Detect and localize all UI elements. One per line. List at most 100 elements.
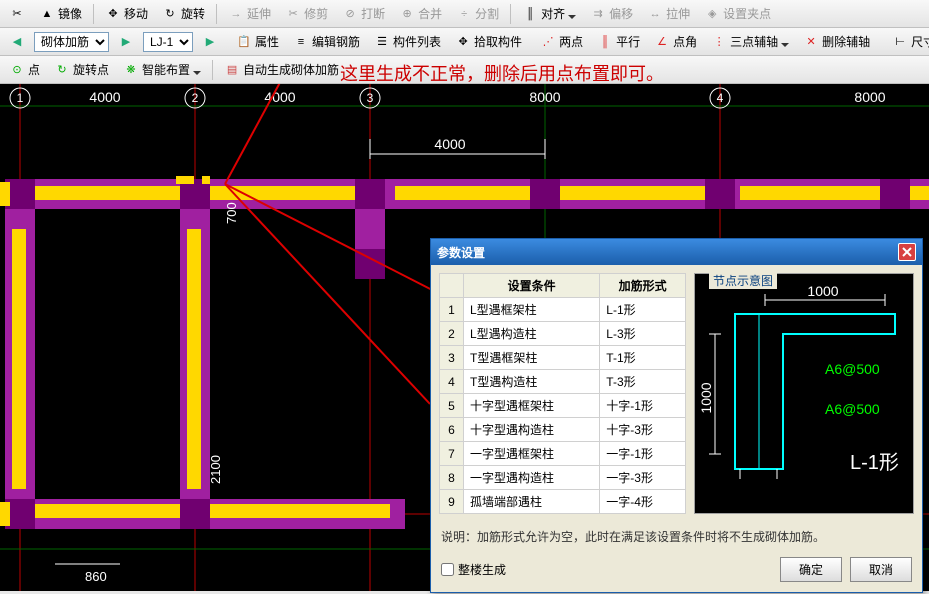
dialog-title: 参数设置 [437, 244, 485, 261]
smart-icon: ❋ [123, 62, 139, 78]
whole-floor-input[interactable] [441, 563, 454, 576]
svg-text:700: 700 [224, 202, 239, 224]
param-table[interactable]: 设置条件 加筋形式 1L型遇框架柱L-1形 2L型遇构造柱L-3形 3T型遇框架… [439, 273, 686, 514]
three-point-button[interactable]: ⋮三点辅轴 [706, 30, 794, 53]
split-button: ÷分割 [451, 2, 504, 25]
point-button[interactable]: ⊙点 [4, 58, 45, 81]
close-button[interactable] [898, 243, 916, 261]
node-diagram-title: 节点示意图 [709, 272, 777, 289]
svg-text:8000: 8000 [529, 89, 560, 105]
ruler-icon: ⊢ [892, 34, 908, 50]
toolbar-edit: ✂ ▲镜像 ✥移动 ↻旋转 →延伸 ✂修剪 ⊘打断 ⊕合并 ÷分割 ║对齐 ⇉偏… [0, 0, 929, 28]
extend-icon: → [228, 6, 244, 22]
table-row[interactable]: 1L型遇框架柱L-1形 [440, 298, 686, 322]
pick-comp-button[interactable]: ✥拾取构件 [450, 30, 527, 53]
svg-text:4000: 4000 [89, 89, 120, 105]
arrow-right-icon: ▶ [202, 34, 218, 50]
rotate-point-button[interactable]: ↻旋转点 [49, 58, 114, 81]
prev-button[interactable]: ◀ [4, 31, 30, 53]
col-type: 加筋形式 [600, 274, 686, 298]
svg-text:8000: 8000 [854, 89, 885, 105]
two-point-button[interactable]: ⋰两点 [535, 30, 588, 53]
three-point-icon: ⋮ [711, 34, 727, 50]
mirror-icon: ▲ [39, 6, 55, 22]
annotation-text: 这里生成不正常，删除后用点布置即可。 [340, 60, 664, 86]
cancel-button[interactable]: 取消 [850, 557, 912, 582]
trim-button: ✂修剪 [280, 2, 333, 25]
svg-text:2100: 2100 [208, 455, 223, 484]
corner-icon: ∠ [654, 34, 670, 50]
extend-button: →延伸 [223, 2, 276, 25]
break-icon: ⊘ [342, 6, 358, 22]
auto-gen-button[interactable]: ▤自动生成砌体加筋 [219, 58, 344, 81]
cut-button[interactable]: ✂ [4, 3, 30, 25]
next-button[interactable]: ▶ [113, 31, 139, 53]
whole-floor-checkbox[interactable]: 整楼生成 [441, 561, 506, 578]
chevron-down-icon [193, 66, 201, 74]
move-button[interactable]: ✥移动 [100, 2, 153, 25]
rebar-icon: ≡ [293, 34, 309, 50]
del-aux-button[interactable]: ✕删除辅轴 [798, 30, 875, 53]
svg-text:3: 3 [367, 91, 374, 105]
svg-text:2: 2 [192, 91, 199, 105]
table-row[interactable]: 8一字型遇构造柱一字-3形 [440, 466, 686, 490]
rotate-icon: ↻ [162, 6, 178, 22]
svg-text:4: 4 [717, 91, 724, 105]
offset-button: ⇉偏移 [585, 2, 638, 25]
rotate-button[interactable]: ↻旋转 [157, 2, 210, 25]
svg-text:A6@500: A6@500 [825, 361, 880, 377]
dialog-titlebar[interactable]: 参数设置 [431, 239, 922, 265]
svg-text:860: 860 [85, 569, 107, 584]
smart-layout-button[interactable]: ❋智能布置 [118, 58, 206, 81]
chevron-down-icon [568, 10, 576, 18]
table-row[interactable]: 7一字型遇框架柱一字-1形 [440, 442, 686, 466]
cut-icon: ✂ [9, 6, 25, 22]
ok-button[interactable]: 确定 [780, 557, 842, 582]
edit-rebar-button[interactable]: ≡编辑钢筋 [288, 30, 365, 53]
move-icon: ✥ [105, 6, 121, 22]
mirror-button[interactable]: ▲镜像 [34, 2, 87, 25]
stretch-icon: ↔ [647, 6, 663, 22]
svg-text:1000: 1000 [807, 283, 838, 299]
split-icon: ÷ [456, 6, 472, 22]
table-row[interactable]: 6十字型遇构造柱十字-3形 [440, 418, 686, 442]
svg-text:4000: 4000 [434, 136, 465, 152]
corner-button[interactable]: ∠点角 [649, 30, 702, 53]
toolbar-component: ◀ 砌体加筋 ▶ LJ-1 ▶ 📋属性 ≡编辑钢筋 ☰构件列表 ✥拾取构件 ⋰两… [0, 28, 929, 56]
point-icon: ⊙ [9, 62, 25, 78]
table-row[interactable]: 5十字型遇框架柱十字-1形 [440, 394, 686, 418]
merge-icon: ⊕ [399, 6, 415, 22]
table-row[interactable]: 2L型遇构造柱L-3形 [440, 322, 686, 346]
svg-text:L-1形: L-1形 [850, 451, 899, 474]
attr-button[interactable]: 📋属性 [231, 30, 284, 53]
auto-icon: ▤ [224, 62, 240, 78]
component-code-select[interactable]: LJ-1 [143, 32, 193, 52]
table-row[interactable]: 4T型遇构造柱T-3形 [440, 370, 686, 394]
table-row[interactable]: 9孤墙端部遇柱一字-4形 [440, 490, 686, 514]
dim-label-button[interactable]: ⊢尺寸标 [887, 30, 929, 53]
list-icon: ☰ [374, 34, 390, 50]
align-button[interactable]: ║对齐 [517, 2, 581, 25]
parallel-button[interactable]: ║平行 [592, 30, 645, 53]
comp-list-button[interactable]: ☰构件列表 [369, 30, 446, 53]
node-svg: 1000 1000 A6@500 A6@500 L-1形 [695, 274, 915, 484]
param-dialog: 参数设置 设置条件 加筋形式 1L型遇框架柱L-1形 2L型遇构造柱L-3形 3… [430, 238, 923, 593]
dialog-body: 设置条件 加筋形式 1L型遇框架柱L-1形 2L型遇构造柱L-3形 3T型遇框架… [431, 265, 922, 522]
next2-button[interactable]: ▶ [197, 31, 223, 53]
setclip-button: ◈设置夹点 [699, 2, 776, 25]
stretch-button: ↔拉伸 [642, 2, 695, 25]
trim-icon: ✂ [285, 6, 301, 22]
component-type-select[interactable]: 砌体加筋 [34, 32, 109, 52]
svg-text:1: 1 [17, 91, 24, 105]
svg-text:A6@500: A6@500 [825, 401, 880, 417]
two-point-icon: ⋰ [540, 34, 556, 50]
dialog-footer: 整楼生成 确定 取消 [431, 551, 922, 592]
table-row[interactable]: 3T型遇框架柱T-1形 [440, 346, 686, 370]
clip-icon: ◈ [704, 6, 720, 22]
align-icon: ║ [522, 6, 538, 22]
delete-icon: ✕ [803, 34, 819, 50]
node-diagram: 节点示意图 1000 1000 A6@500 A6@500 L-1形 [694, 273, 914, 514]
parallel-icon: ║ [597, 34, 613, 50]
close-icon [902, 247, 912, 257]
chevron-down-icon [781, 38, 789, 46]
